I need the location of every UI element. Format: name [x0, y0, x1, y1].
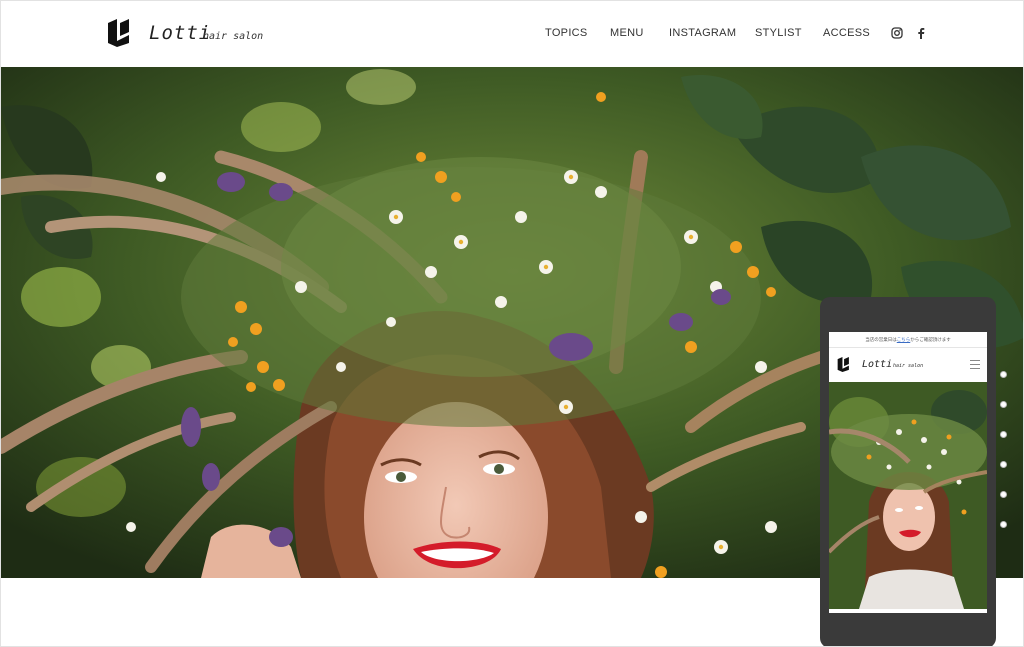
- mobile-logo-icon[interactable]: [836, 357, 850, 372]
- mobile-screen: 当店の営業日はこちらからご確認頂けます Lotti hair salon: [829, 332, 987, 613]
- slide-dot-4[interactable]: [1000, 461, 1007, 468]
- slide-dot-5[interactable]: [1000, 491, 1007, 498]
- slide-dot-1[interactable]: [1000, 371, 1007, 378]
- brand-name[interactable]: Lotti: [149, 22, 211, 44]
- mobile-hero-photo: [829, 382, 987, 609]
- slide-dot-2[interactable]: [1000, 401, 1007, 408]
- slide-dot-3[interactable]: [1000, 431, 1007, 438]
- mobile-brand-name[interactable]: Lotti: [862, 359, 892, 370]
- notice-link[interactable]: こちら: [897, 337, 911, 342]
- facebook-icon[interactable]: [914, 26, 928, 40]
- notice-suffix: からご確認頂けます: [910, 337, 951, 342]
- site-header: Lotti hair salon TOPICS MENU INSTAGRAM S…: [1, 1, 1023, 67]
- slide-dot-6[interactable]: [1000, 521, 1007, 528]
- notice-prefix: 当店の営業日は: [865, 337, 897, 342]
- nav-instagram[interactable]: INSTAGRAM: [669, 27, 736, 39]
- mobile-header: Lotti hair salon: [829, 348, 987, 382]
- mobile-brand-subtitle: hair salon: [893, 363, 924, 369]
- slider-pagination: [1000, 371, 1010, 551]
- nav-menu[interactable]: MENU: [610, 27, 644, 39]
- mobile-notice: 当店の営業日はこちらからご確認頂けます: [829, 332, 987, 348]
- nav-access[interactable]: ACCESS: [823, 27, 870, 39]
- logo-icon[interactable]: [105, 19, 131, 47]
- nav-stylist[interactable]: STYLIST: [755, 27, 802, 39]
- mobile-preview: 当店の営業日はこちらからご確認頂けます Lotti hair salon: [820, 297, 996, 646]
- page-frame: Lotti hair salon TOPICS MENU INSTAGRAM S…: [0, 0, 1024, 647]
- hamburger-icon[interactable]: [970, 360, 980, 369]
- instagram-icon[interactable]: [890, 26, 904, 40]
- brand-subtitle: hair salon: [203, 31, 264, 42]
- mobile-hero-image: [829, 382, 987, 609]
- nav-topics[interactable]: TOPICS: [545, 27, 588, 39]
